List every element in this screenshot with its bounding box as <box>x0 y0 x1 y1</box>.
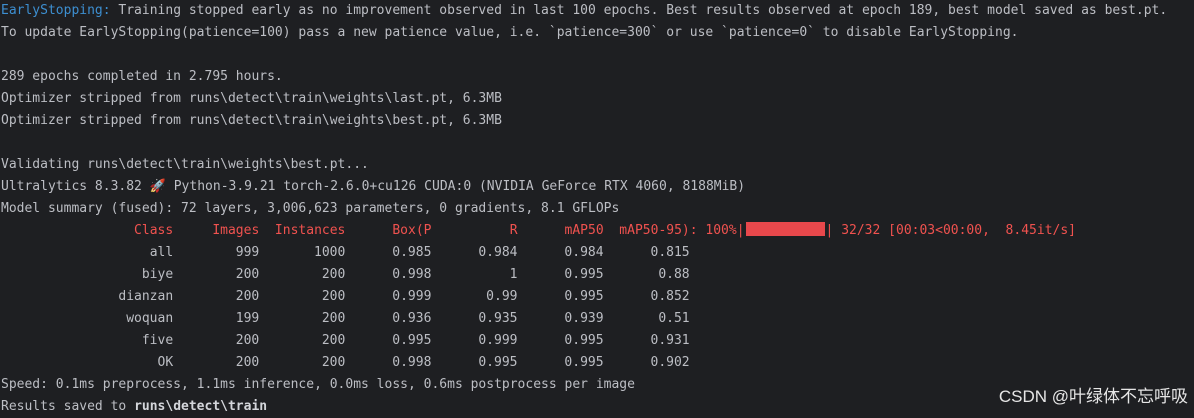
table-row: dianzan 200 200 0.999 0.99 0.995 0.852 <box>0 286 1194 308</box>
strip-last-line: Optimizer stripped from runs\detect\trai… <box>1 91 502 106</box>
table-cell-cls: woquan <box>126 311 174 326</box>
table-cell-map5095: 0.902 <box>650 355 690 370</box>
env-prefix: Ultralytics 8.3.82 <box>1 179 150 194</box>
table-cell-r: 1 <box>509 267 518 282</box>
model-summary-line: Model summary (fused): 72 layers, 3,006,… <box>1 201 620 216</box>
metrics-table: all 999 1000 0.985 0.984 0.984 0.815 biye 200 200… <box>0 242 1194 374</box>
table-header-columns: Class Images Instances Box(P R mAP50 mAP… <box>1 223 745 238</box>
table-cell-map50: 0.995 <box>564 289 604 304</box>
table-cell-cls: OK <box>157 355 174 370</box>
table-cell-images: 200 <box>235 333 260 348</box>
table-row: five 200 200 0.995 0.999 0.995 0.931 <box>0 330 1194 352</box>
terminal-output[interactable]: EarlyStopping: Training stopped early as… <box>0 0 1194 415</box>
table-cell-images: 999 <box>235 245 260 260</box>
epochs-line: 289 epochs completed in 2.795 hours. <box>1 69 283 84</box>
table-cell-map5095: 0.51 <box>658 311 690 326</box>
table-cell-r: 0.935 <box>478 311 518 326</box>
rocket-icon: 🚀 <box>149 179 166 194</box>
table-cell-r: 0.984 <box>478 245 518 260</box>
table-row: woquan 199 200 0.936 0.935 0.939 0.51 <box>0 308 1194 330</box>
watermark: CSDN @叶绿体不忘呼吸 <box>998 387 1188 406</box>
progress-tail: | 32/32 [00:03<00:00, 8.45it/s] <box>825 223 1076 238</box>
results-path: runs\detect\train <box>134 399 268 414</box>
table-cell-map50: 0.995 <box>564 333 604 348</box>
early-stopping-label: EarlyStopping: <box>1 3 111 18</box>
table-cell-map5095: 0.88 <box>658 267 690 282</box>
env-suffix: Python-3.9.21 torch-2.6.0+cu126 CUDA:0 (… <box>165 179 746 194</box>
table-cell-instances: 200 <box>321 333 346 348</box>
table-cell-p: 0.936 <box>392 311 432 326</box>
table-cell-cls: all <box>149 245 174 260</box>
table-cell-p: 0.985 <box>392 245 432 260</box>
table-cell-map50: 0.995 <box>564 355 604 370</box>
table-row: all 999 1000 0.985 0.984 0.984 0.815 <box>0 242 1194 264</box>
table-cell-images: 200 <box>235 267 260 282</box>
table-cell-map5095: 0.931 <box>650 333 690 348</box>
table-row: OK 200 200 0.998 0.995 0.995 0.902 <box>0 352 1194 374</box>
table-cell-p: 0.999 <box>392 289 432 304</box>
table-cell-p: 0.998 <box>392 355 432 370</box>
early-stopping-message: Training stopped early as no improvement… <box>110 3 1168 18</box>
table-cell-instances: 200 <box>321 289 346 304</box>
strip-best-line: Optimizer stripped from runs\detect\trai… <box>1 113 502 128</box>
table-cell-map50: 0.939 <box>564 311 604 326</box>
table-header-line: Class Images Instances Box(P R mAP50 mAP… <box>0 220 1194 242</box>
patience-hint-line: To update EarlyStopping(patience=100) pa… <box>1 25 1019 40</box>
table-cell-p: 0.995 <box>392 333 432 348</box>
table-row: biye 200 200 0.998 1 0.995 0.88 <box>0 264 1194 286</box>
table-cell-instances: 200 <box>321 311 346 326</box>
table-cell-images: 199 <box>235 311 260 326</box>
table-cell-p: 0.998 <box>392 267 432 282</box>
early-stopping-line: EarlyStopping: Training stopped early as… <box>0 0 1194 22</box>
environment-line: Ultralytics 8.3.82 🚀 Python-3.9.21 torch… <box>0 176 1194 198</box>
table-cell-map50: 0.995 <box>564 267 604 282</box>
table-cell-r: 0.995 <box>478 355 518 370</box>
table-cell-instances: 200 <box>321 267 346 282</box>
table-cell-map5095: 0.852 <box>650 289 690 304</box>
validating-line: Validating runs\detect\train\weights\bes… <box>1 157 369 172</box>
table-cell-cls: biye <box>141 267 174 282</box>
table-cell-r: 0.999 <box>478 333 518 348</box>
table-cell-cls: dianzan <box>118 289 174 304</box>
table-cell-instances: 200 <box>321 355 346 370</box>
results-prefix: Results saved to <box>1 399 135 414</box>
table-cell-map50: 0.984 <box>564 245 604 260</box>
table-cell-images: 200 <box>235 289 260 304</box>
table-cell-r: 0.99 <box>486 289 518 304</box>
table-cell-map5095: 0.815 <box>650 245 690 260</box>
table-cell-instances: 1000 <box>314 245 346 260</box>
table-cell-cls: five <box>141 333 174 348</box>
table-cell-images: 200 <box>235 355 260 370</box>
progress-bar <box>745 222 825 236</box>
